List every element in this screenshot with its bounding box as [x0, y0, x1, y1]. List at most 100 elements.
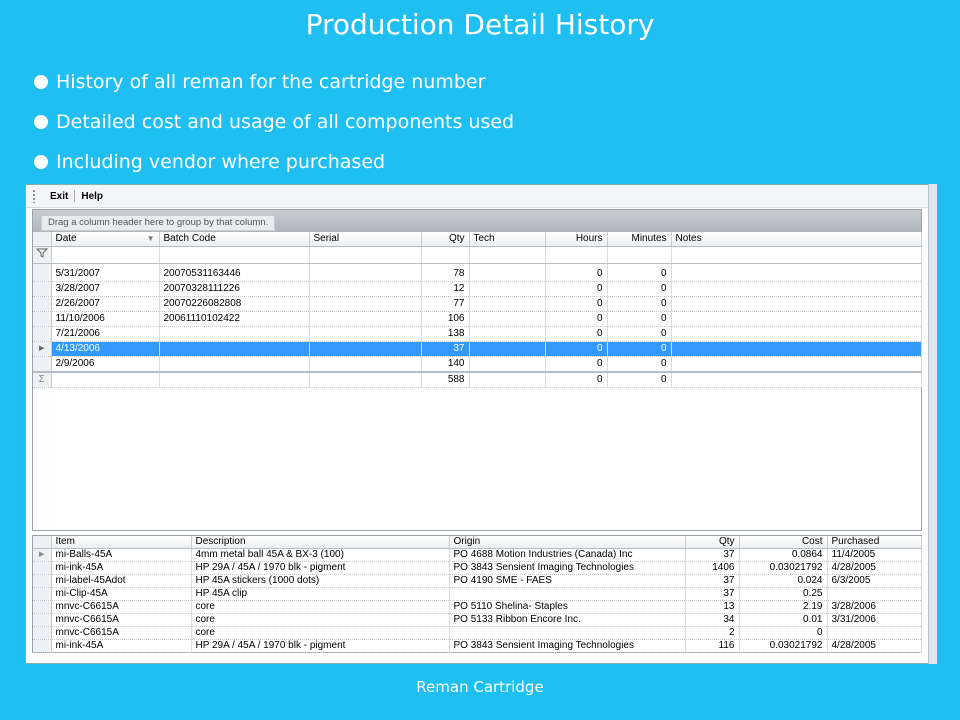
column-header-hours[interactable]: Hours — [545, 232, 608, 247]
cell-date[interactable]: 7/21/2006 — [51, 326, 160, 342]
cell-minutes[interactable]: 0 — [607, 356, 672, 373]
cell-hours[interactable]: 0 — [545, 326, 608, 342]
table-row[interactable]: mnvc-C6615A core PO 5133 Ribbon Encore Inc… — [33, 613, 922, 627]
cell-hours[interactable]: 0 — [545, 267, 608, 282]
cell-minutes[interactable]: 0 — [607, 341, 672, 357]
cell-description[interactable]: HP 45A clip — [191, 587, 450, 601]
table-row[interactable]: mi-label-45Adot HP 45A stickers (1000 dot… — [33, 574, 922, 588]
cell-minutes[interactable]: 0 — [607, 267, 672, 282]
cell-item[interactable]: mi-ink-45A — [51, 561, 192, 575]
cell-description[interactable]: HP 29A / 45A / 1970 blk - pigment — [191, 639, 450, 653]
cell-origin[interactable]: PO 5110 Shelina- Staples — [449, 600, 686, 614]
cell-notes[interactable] — [671, 296, 922, 312]
row-pointer-icon[interactable]: ▶ — [33, 548, 52, 562]
cell-qty[interactable]: 2 — [685, 626, 740, 640]
cell-item[interactable]: mi-Clip-45A — [51, 587, 192, 601]
cell-item[interactable]: mnvc-C6615A — [51, 613, 192, 627]
table-row[interactable]: mnvc-C6615A core PO 5110 Shelina- Staples 1… — [33, 600, 922, 614]
cell-cost[interactable]: 2.19 — [739, 600, 828, 614]
cell-description[interactable]: HP 29A / 45A / 1970 blk - pigment — [191, 561, 450, 575]
menu-exit[interactable]: Exit — [44, 191, 74, 202]
cell-purchased[interactable]: 4/28/2005 — [827, 639, 922, 653]
cell-qty[interactable]: 13 — [685, 600, 740, 614]
cell-minutes[interactable]: 0 — [607, 281, 672, 297]
cell-minutes[interactable]: 0 — [607, 296, 672, 312]
cell-notes[interactable] — [671, 341, 922, 357]
cell-date[interactable]: 11/10/2006 — [51, 311, 160, 327]
row-indicator[interactable] — [33, 574, 52, 588]
cell-batch[interactable]: 20070328111226 — [159, 281, 310, 297]
cell-origin[interactable]: PO 5133 Ribbon Encore Inc. — [449, 613, 686, 627]
row-indicator[interactable] — [33, 600, 52, 614]
table-row[interactable]: ▶ 4/13/2006 37 0 0 — [33, 341, 922, 357]
cell-description[interactable]: core — [191, 626, 450, 640]
cell-qty[interactable]: 37 — [685, 574, 740, 588]
cell-date[interactable]: 4/13/2006 — [51, 341, 160, 357]
cell-serial[interactable] — [309, 281, 422, 297]
row-pointer-icon[interactable]: ▶ — [33, 341, 52, 357]
cell-description[interactable]: core — [191, 600, 450, 614]
cell-tech[interactable] — [469, 281, 546, 297]
filter-cell-batch-code[interactable] — [159, 246, 310, 264]
cell-tech[interactable] — [469, 267, 546, 282]
table-row[interactable]: 7/21/2006 138 0 0 — [33, 326, 922, 342]
row-indicator[interactable] — [33, 281, 52, 297]
cell-serial[interactable] — [309, 296, 422, 312]
row-indicator[interactable] — [33, 587, 52, 601]
cell-purchased[interactable]: 11/4/2005 — [827, 548, 922, 562]
group-by-panel[interactable]: Drag a column header here to group by th… — [33, 210, 921, 232]
column-header-minutes[interactable]: Minutes — [607, 232, 672, 247]
cell-tech[interactable] — [469, 326, 546, 342]
cell-item[interactable]: mi-Balls-45A — [51, 548, 192, 562]
cell-qty[interactable]: 78 — [421, 267, 470, 282]
table-row[interactable]: 11/10/2006 20061110102422 106 0 0 — [33, 311, 922, 327]
cell-notes[interactable] — [671, 311, 922, 327]
cell-purchased[interactable] — [827, 587, 922, 601]
toolbar-grip-icon[interactable] — [32, 189, 36, 203]
filter-cell-minutes[interactable] — [607, 246, 672, 264]
cell-purchased[interactable]: 3/28/2006 — [827, 600, 922, 614]
filter-cell-notes[interactable] — [671, 246, 922, 264]
cell-origin[interactable] — [449, 626, 686, 640]
cell-description[interactable]: core — [191, 613, 450, 627]
cell-cost[interactable]: 0.024 — [739, 574, 828, 588]
cell-qty[interactable]: 12 — [421, 281, 470, 297]
filter-cell-hours[interactable] — [545, 246, 608, 264]
cell-qty[interactable]: 106 — [421, 311, 470, 327]
cell-serial[interactable] — [309, 267, 422, 282]
row-indicator[interactable] — [33, 296, 52, 312]
row-indicator[interactable] — [33, 613, 52, 627]
cell-description[interactable]: 4mm metal ball 45A & BX-3 (100) — [191, 548, 450, 562]
cell-hours[interactable]: 0 — [545, 296, 608, 312]
cell-purchased[interactable]: 3/31/2006 — [827, 613, 922, 627]
column-header-origin[interactable]: Origin — [449, 536, 686, 549]
table-row[interactable]: 3/28/2007 20070328111226 12 0 0 — [33, 281, 922, 297]
cell-purchased[interactable]: 4/28/2005 — [827, 561, 922, 575]
cell-qty[interactable]: 37 — [685, 548, 740, 562]
column-header-qty[interactable]: Qty — [421, 232, 470, 247]
cell-batch[interactable] — [159, 326, 310, 342]
cell-qty[interactable]: 37 — [685, 587, 740, 601]
column-header-tech[interactable]: Tech — [469, 232, 546, 247]
cell-cost[interactable]: 0.03021792 — [739, 639, 828, 653]
column-header-notes[interactable]: Notes — [671, 232, 922, 247]
filter-icon[interactable] — [33, 246, 52, 264]
cell-item[interactable]: mi-ink-45A — [51, 639, 192, 653]
cell-cost[interactable]: 0.03021792 — [739, 561, 828, 575]
table-row[interactable]: mi-ink-45A HP 29A / 45A / 1970 blk - pigm… — [33, 639, 922, 653]
cell-notes[interactable] — [671, 267, 922, 282]
cell-tech[interactable] — [469, 311, 546, 327]
table-row[interactable]: 5/31/2007 20070531163446 78 0 0 — [33, 267, 922, 282]
filter-cell-qty[interactable] — [421, 246, 470, 264]
table-row[interactable]: 2/9/2006 140 0 0 — [33, 356, 922, 373]
cell-notes[interactable] — [671, 326, 922, 342]
cell-serial[interactable] — [309, 341, 422, 357]
cell-qty[interactable]: 138 — [421, 326, 470, 342]
cell-purchased[interactable]: 6/3/2005 — [827, 574, 922, 588]
cell-date[interactable]: 3/28/2007 — [51, 281, 160, 297]
column-header-batch-code[interactable]: Batch Code — [159, 232, 310, 247]
cell-batch[interactable] — [159, 341, 310, 357]
row-indicator[interactable] — [33, 356, 52, 373]
cell-tech[interactable] — [469, 341, 546, 357]
filter-cell-serial[interactable] — [309, 246, 422, 264]
